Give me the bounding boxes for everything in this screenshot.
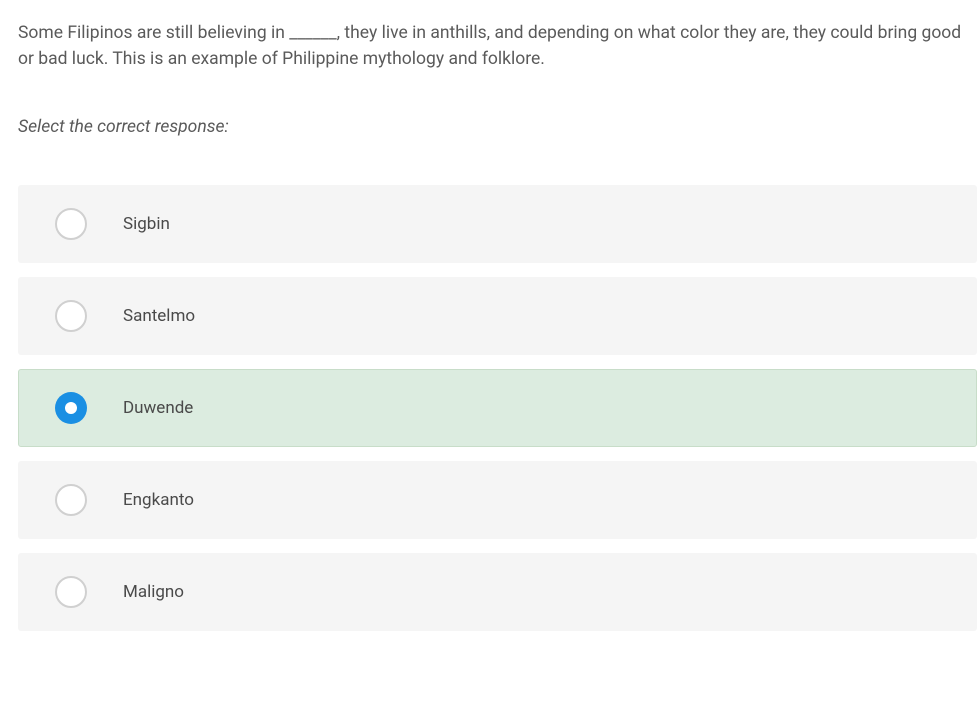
option-engkanto[interactable]: Engkanto bbox=[18, 461, 977, 539]
radio-icon bbox=[55, 576, 87, 608]
radio-icon bbox=[55, 484, 87, 516]
question-text: Some Filipinos are still believing in __… bbox=[18, 20, 977, 73]
option-santelmo[interactable]: Santelmo bbox=[18, 277, 977, 355]
instruction-text: Select the correct response: bbox=[18, 117, 977, 137]
radio-icon bbox=[55, 300, 87, 332]
option-label: Duwende bbox=[123, 398, 193, 418]
option-label: Engkanto bbox=[123, 490, 194, 510]
radio-icon bbox=[55, 208, 87, 240]
option-label: Maligno bbox=[123, 582, 184, 602]
option-label: Sigbin bbox=[123, 214, 170, 234]
option-sigbin[interactable]: Sigbin bbox=[18, 185, 977, 263]
option-maligno[interactable]: Maligno bbox=[18, 553, 977, 631]
option-duwende[interactable]: Duwende bbox=[18, 369, 977, 447]
radio-icon bbox=[55, 392, 87, 424]
option-label: Santelmo bbox=[123, 306, 195, 326]
options-list: Sigbin Santelmo Duwende Engkanto Maligno bbox=[18, 185, 977, 631]
